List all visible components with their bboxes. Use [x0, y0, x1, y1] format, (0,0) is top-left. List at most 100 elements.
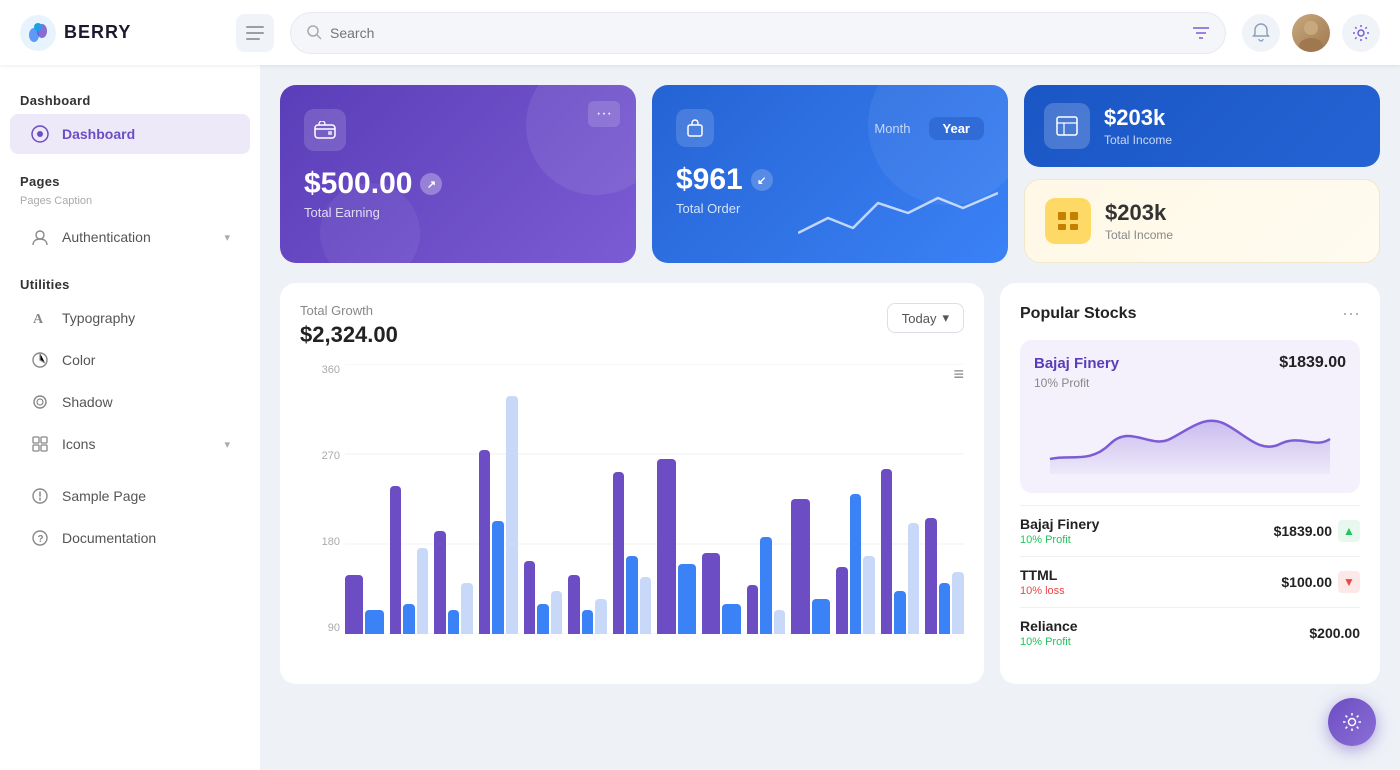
- hamburger-button[interactable]: [236, 14, 274, 52]
- bajaj-chart: [1034, 394, 1346, 474]
- growth-title: Total Growth: [300, 303, 398, 318]
- bar-purple: [613, 472, 625, 634]
- bajaj-price: $1839.00: [1274, 523, 1332, 539]
- bar-light: [595, 599, 607, 634]
- bar-purple: [434, 531, 446, 634]
- search-input[interactable]: [330, 25, 1185, 41]
- bar-group-1: [345, 364, 384, 634]
- search-icon: [307, 25, 322, 40]
- sidebar-item-shadow[interactable]: Shadow: [10, 382, 250, 422]
- auth-chevron-icon: ▾: [224, 231, 230, 244]
- bar-light: [863, 556, 875, 634]
- shadow-icon: [30, 392, 50, 412]
- bar-blue: [403, 604, 415, 634]
- featured-stock: Bajaj Finery $1839.00 10% Profit: [1020, 340, 1360, 493]
- bar-light: [908, 523, 920, 634]
- typography-label: Typography: [62, 310, 135, 326]
- today-filter-button[interactable]: Today ▾: [887, 303, 964, 333]
- reliance-profit: 10% Profit: [1020, 636, 1078, 648]
- sidebar-item-color[interactable]: Color: [10, 340, 250, 380]
- bottom-row: Total Growth $2,324.00 Today ▾ ≡ 360 270…: [280, 283, 1380, 684]
- sidebar-section-dashboard: Dashboard: [0, 85, 260, 112]
- bell-icon: [1252, 23, 1270, 42]
- sidebar-item-icons[interactable]: Icons ▾: [10, 424, 250, 464]
- y-label-90: 90: [300, 622, 340, 634]
- month-tab-button[interactable]: Month: [860, 117, 924, 140]
- sidebar-item-authentication[interactable]: Authentication ▾: [10, 217, 250, 257]
- income-yellow-label: Total Income: [1105, 228, 1173, 242]
- sidebar-section-pages: Pages: [0, 166, 260, 193]
- order-tab-buttons: Month Year: [860, 117, 984, 140]
- income-card-yellow: $203k Total Income: [1024, 179, 1380, 263]
- avatar-image: [1292, 14, 1330, 52]
- settings-button[interactable]: [1342, 14, 1380, 52]
- logo: BERRY: [20, 15, 220, 51]
- stock-reliance-info: Reliance 10% Profit: [1020, 618, 1078, 648]
- reliance-name: Reliance: [1020, 618, 1078, 634]
- chart-area: ≡ 360 270 180 90: [300, 364, 964, 664]
- stocks-more-button[interactable]: ···: [1342, 303, 1360, 324]
- pages-section: Pages Pages Caption Authentication ▾: [0, 166, 260, 257]
- bar-blue: [894, 591, 906, 634]
- ttml-price: $100.00: [1281, 574, 1332, 590]
- sidebar-item-sample-page[interactable]: Sample Page: [10, 476, 250, 516]
- bar-group-12: [836, 364, 875, 634]
- bar-group-4: [479, 364, 518, 634]
- bar-blue: [760, 537, 772, 634]
- bar-group-7: [613, 364, 652, 634]
- bar-group-13: [881, 364, 920, 634]
- earning-more-button[interactable]: ···: [588, 101, 620, 127]
- color-label: Color: [62, 352, 95, 368]
- income-blue-label: Total Income: [1104, 133, 1172, 147]
- year-tab-button[interactable]: Year: [929, 117, 984, 140]
- sidebar-item-typography[interactable]: A Typography: [10, 298, 250, 338]
- shadow-label: Shadow: [62, 394, 113, 410]
- bajaj-right: $1839.00 ▲: [1274, 520, 1360, 542]
- y-label-270: 270: [300, 450, 340, 462]
- sidebar-item-documentation[interactable]: ? Documentation: [10, 518, 250, 558]
- bar-group-2: [390, 364, 429, 634]
- typography-icon: A: [30, 308, 50, 328]
- icons-label: Icons: [62, 436, 95, 452]
- avatar[interactable]: [1292, 14, 1330, 52]
- fab-settings-button[interactable]: [1328, 698, 1376, 746]
- fab-gear-icon: [1342, 712, 1362, 732]
- bar-blue: [722, 604, 740, 634]
- grid-icon: [1056, 210, 1080, 232]
- bar-group-5: [524, 364, 563, 634]
- bar-blue: [626, 556, 638, 634]
- bar-blue: [812, 599, 830, 634]
- earning-label: Total Earning: [304, 205, 612, 220]
- notification-button[interactable]: [1242, 14, 1280, 52]
- bar-light: [417, 548, 429, 634]
- income-yellow-text: $203k Total Income: [1105, 200, 1173, 242]
- income-blue-icon: [1044, 103, 1090, 149]
- bar-blue: [537, 604, 549, 634]
- bar-blue: [939, 583, 951, 634]
- bajaj-trend-badge: ▲: [1338, 520, 1360, 542]
- main-content: ··· $500.00 ↗ Total Earning: [260, 65, 1400, 770]
- reliance-price: $200.00: [1309, 625, 1360, 641]
- bar-group-10: [747, 364, 786, 634]
- search-bar: [290, 12, 1226, 54]
- wallet-icon: [314, 121, 336, 139]
- ttml-right: $100.00 ▼: [1281, 571, 1360, 593]
- bar-purple: [657, 459, 675, 635]
- stock-bajaj-info: Bajaj Finery 10% Profit: [1020, 516, 1099, 546]
- bar-purple: [345, 575, 363, 634]
- ttml-name: TTML: [1020, 567, 1065, 583]
- stocks-card: Popular Stocks ··· Bajaj Finery $1839.00…: [1000, 283, 1380, 684]
- earning-amount: $500.00 ↗: [304, 167, 612, 201]
- bar-purple: [747, 585, 759, 634]
- pages-caption: Pages Caption: [0, 193, 260, 215]
- sidebar-item-dashboard[interactable]: Dashboard: [10, 114, 250, 154]
- earning-card: ··· $500.00 ↗ Total Earning: [280, 85, 636, 263]
- table-icon: [1055, 115, 1079, 137]
- bajaj-featured-price: $1839.00: [1279, 354, 1346, 372]
- bar-group-9: [702, 364, 741, 634]
- icons-nav-icon: [30, 434, 50, 454]
- sidebar: Dashboard Dashboard Pages Pages Caption: [0, 65, 260, 770]
- bar-purple: [568, 575, 580, 634]
- svg-text:?: ?: [38, 534, 44, 545]
- order-trend-badge: ↙: [751, 169, 773, 191]
